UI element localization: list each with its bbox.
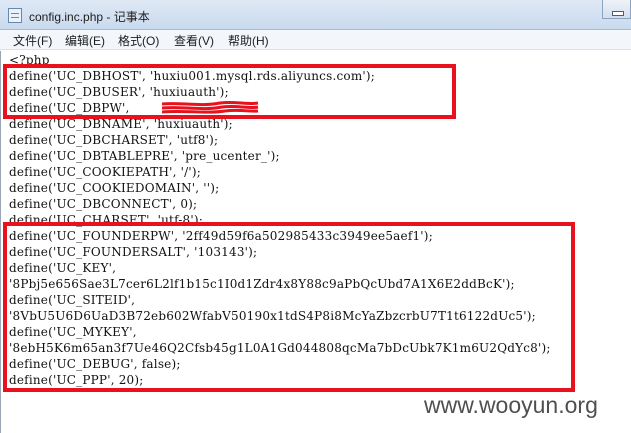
watermark: www.wooyun.org <box>424 392 598 418</box>
minimize-button[interactable] <box>602 0 631 19</box>
code-line: define('UC_DBCONNECT', 0); <box>9 197 198 211</box>
code-line: define('UC_COOKIEDOMAIN', ''); <box>9 181 220 195</box>
code-line: define('UC_COOKIEPATH', '/'); <box>9 165 202 179</box>
menu-help[interactable]: 帮助(H) <box>228 32 269 49</box>
menu-format[interactable]: 格式(O) <box>118 32 159 49</box>
founder-keys-highlight <box>3 222 575 392</box>
db-credentials-highlight <box>3 64 456 119</box>
window-title: config.inc.php - 记事本 <box>29 10 150 24</box>
title-bar: config.inc.php - 记事本 <box>0 0 631 30</box>
code-line: define('UC_DBCHARSET', 'utf8'); <box>9 133 219 147</box>
menu-file[interactable]: 文件(F) <box>13 32 52 49</box>
menu-edit[interactable]: 编辑(E) <box>65 32 105 49</box>
menu-view[interactable]: 查看(V) <box>174 32 214 49</box>
notepad-icon <box>8 8 22 23</box>
code-line: define('UC_DBTABLEPRE', 'pre_ucenter_'); <box>9 149 280 163</box>
menu-bar: 文件(F) 编辑(E) 格式(O) 查看(V) 帮助(H) <box>0 30 631 50</box>
